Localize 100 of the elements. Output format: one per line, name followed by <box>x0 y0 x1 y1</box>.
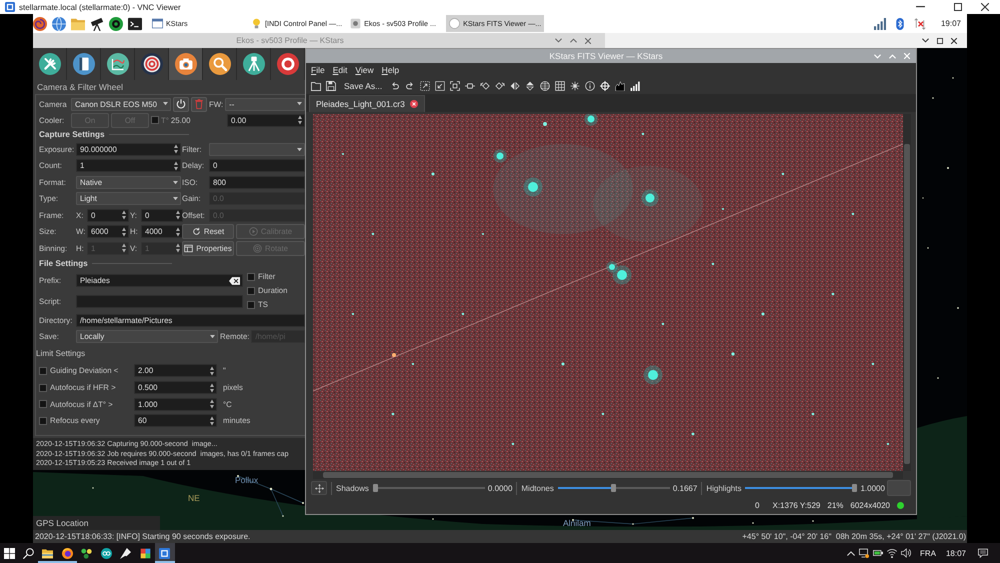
slider-thumb[interactable] <box>372 484 378 492</box>
close-icon[interactable] <box>410 100 418 108</box>
notification-icon[interactable] <box>978 548 988 558</box>
slider-label: Midtones <box>521 484 554 492</box>
frame-icon[interactable] <box>465 80 476 90</box>
monitor-icon[interactable] <box>858 548 869 558</box>
rotate-right-icon[interactable] <box>495 80 506 90</box>
close-icon[interactable] <box>981 3 989 11</box>
spinner-arrows-icon[interactable] <box>298 115 302 125</box>
dropdown-caret-icon <box>173 180 178 184</box>
flip-vertical-icon[interactable] <box>525 80 536 90</box>
checkbox[interactable] <box>39 366 47 375</box>
horizontal-scrollbar[interactable] <box>313 471 903 479</box>
terminal-icon[interactable] <box>128 16 142 30</box>
spinner-arrows-icon[interactable] <box>210 399 214 410</box>
slider-track[interactable] <box>745 484 858 492</box>
info-icon[interactable] <box>585 80 596 90</box>
ring-icon[interactable] <box>109 16 123 30</box>
module-tab[interactable] <box>101 48 135 80</box>
folder-icon <box>42 548 54 558</box>
globe-grid-icon[interactable] <box>540 80 550 90</box>
histogram-icon[interactable] <box>615 80 626 90</box>
checkbox[interactable] <box>151 116 159 124</box>
four-squares-icon[interactable] <box>4 548 15 558</box>
spinner-arrows-icon[interactable] <box>174 144 178 154</box>
checkbox[interactable] <box>247 286 255 294</box>
grid-icon[interactable] <box>555 80 566 90</box>
slider-thumb[interactable] <box>852 484 858 492</box>
minimize-icon[interactable] <box>916 6 925 8</box>
crosshair-icon[interactable] <box>600 80 610 90</box>
module-tab[interactable] <box>203 48 237 80</box>
slider-reading: 1.0000 <box>860 484 885 492</box>
clear-icon[interactable] <box>229 276 240 284</box>
asterisk-icon[interactable] <box>570 80 580 90</box>
module-tab[interactable] <box>271 48 305 80</box>
globe-icon[interactable] <box>52 16 66 30</box>
file-tab[interactable]: Pleiades_Light_001.cr3 <box>309 95 425 112</box>
zoom-fit-icon[interactable] <box>450 80 460 90</box>
battery-icon[interactable] <box>872 548 883 558</box>
spinner-arrows-icon[interactable] <box>210 366 214 376</box>
wifi-icon[interactable] <box>886 548 897 558</box>
pan-button[interactable] <box>311 481 327 495</box>
menu-item[interactable]: File <box>311 65 325 75</box>
checkbox[interactable] <box>247 272 255 280</box>
dropdown-caret-icon <box>297 148 302 151</box>
module-tab[interactable] <box>169 48 203 80</box>
dropdown-caret-icon <box>210 334 215 338</box>
script-field[interactable] <box>76 295 243 308</box>
spinner-arrows-icon[interactable] <box>176 226 180 237</box>
taskbar-app-button[interactable] <box>155 543 174 563</box>
spinner-arrows-icon[interactable] <box>122 226 126 237</box>
bluetooth-icon[interactable] <box>896 18 904 30</box>
language-indicator[interactable]: FRA <box>920 548 936 558</box>
spiral-icon[interactable] <box>33 16 47 30</box>
spinner-arrows-icon[interactable] <box>122 210 126 220</box>
signal-bars-icon[interactable] <box>874 18 886 30</box>
speaker-icon[interactable] <box>900 548 911 558</box>
save-icon[interactable] <box>326 80 336 90</box>
clock[interactable]: 18:07 <box>946 548 966 558</box>
spinner-arrows-icon[interactable] <box>174 160 178 171</box>
module-tab[interactable] <box>67 48 101 80</box>
spinner-arrows-icon[interactable] <box>210 382 214 393</box>
zoom-in-icon[interactable] <box>420 80 430 90</box>
vertical-scrollbar[interactable] <box>903 114 911 471</box>
checkbox[interactable] <box>39 400 47 408</box>
bar-chart-icon[interactable] <box>630 80 640 90</box>
zoom-out-icon[interactable] <box>435 80 446 90</box>
menu-item[interactable]: View <box>355 65 374 75</box>
slider-track[interactable] <box>558 484 670 492</box>
spinner-arrows-icon[interactable] <box>176 210 180 220</box>
checkbox[interactable] <box>247 300 255 308</box>
close-icon[interactable] <box>951 38 957 44</box>
app-icon <box>350 18 362 29</box>
checkbox[interactable] <box>39 416 47 425</box>
module-tab[interactable] <box>237 48 271 80</box>
telescope-icon[interactable] <box>90 16 104 30</box>
trash-icon <box>194 99 204 109</box>
slider-track[interactable] <box>372 484 485 492</box>
menu-item[interactable]: Edit <box>332 65 348 75</box>
undo-icon[interactable] <box>390 80 400 90</box>
module-tab[interactable] <box>33 48 67 80</box>
section-heading: Limit Settings <box>36 348 86 360</box>
network-error-icon[interactable] <box>914 18 926 30</box>
checkbox[interactable] <box>39 384 47 392</box>
save-as-button[interactable]: Save As... <box>341 78 386 92</box>
flip-horizontal-icon[interactable] <box>510 80 520 90</box>
maximize-icon[interactable] <box>954 3 962 11</box>
maximize-icon[interactable] <box>937 38 943 44</box>
power-button[interactable] <box>173 96 189 112</box>
chevron-down-icon[interactable] <box>922 38 929 43</box>
search-icon[interactable] <box>23 548 34 558</box>
slider-thumb[interactable] <box>611 484 616 492</box>
window-title: KStars FITS Viewer — KStars <box>548 51 664 61</box>
rotate-left-icon[interactable] <box>480 80 490 90</box>
open-folder-icon[interactable] <box>311 80 321 90</box>
menu-item[interactable]: Help <box>382 65 400 75</box>
lightbulb-icon <box>251 18 262 29</box>
spinner-arrows-icon[interactable] <box>210 416 214 426</box>
module-tab[interactable] <box>135 48 169 80</box>
redo-icon[interactable] <box>405 80 416 90</box>
